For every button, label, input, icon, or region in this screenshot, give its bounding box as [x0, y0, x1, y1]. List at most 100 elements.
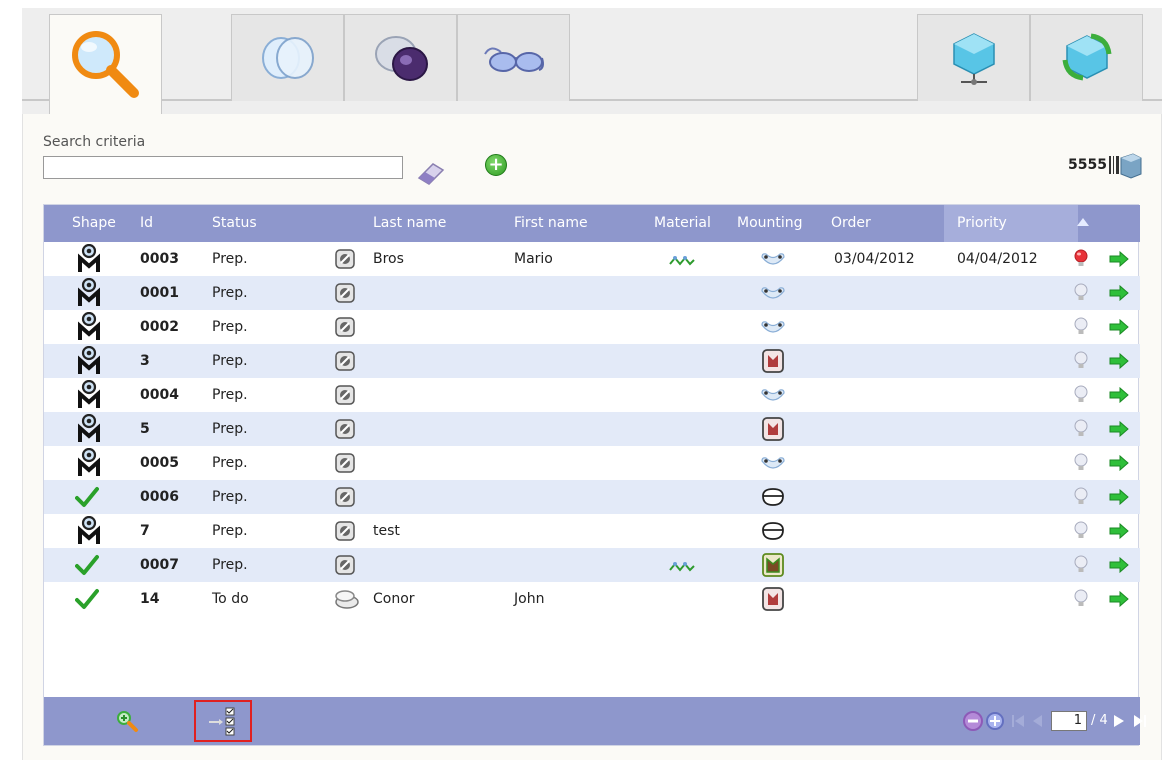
- col-last-name[interactable]: Last name: [373, 205, 446, 242]
- search-input[interactable]: [43, 156, 403, 179]
- job-drill-icon[interactable]: [334, 452, 356, 478]
- mounting-frame-icon: [762, 587, 784, 615]
- tab-lens-frame[interactable]: [344, 14, 457, 101]
- prev-page-icon[interactable]: [1030, 713, 1046, 729]
- open-arrow-icon[interactable]: [1108, 488, 1130, 509]
- table-row[interactable]: 0004 Prep.: [44, 378, 1140, 412]
- open-arrow-icon[interactable]: [1108, 556, 1130, 577]
- open-arrow-icon[interactable]: [1108, 352, 1130, 373]
- job-drill-icon[interactable]: [334, 486, 356, 512]
- col-material[interactable]: Material: [654, 205, 711, 242]
- job-drill-icon[interactable]: [334, 282, 356, 308]
- checklist-icon: [209, 707, 235, 736]
- priority-bulb-off-icon[interactable]: [1073, 487, 1089, 511]
- checkmark-icon: [75, 486, 99, 512]
- table-row[interactable]: 0003 Prep. Bros Mario 03/04/2012 04/04/2012: [44, 242, 1140, 276]
- cell-last-name: test: [373, 523, 400, 539]
- open-arrow-icon[interactable]: [1108, 522, 1130, 543]
- priority-bulb-off-icon[interactable]: [1073, 555, 1089, 579]
- content-panel: Search criteria + 5555 Shape Id Status L…: [22, 114, 1162, 760]
- zoom-in-icon[interactable]: [115, 709, 139, 733]
- open-arrow-icon[interactable]: [1108, 386, 1130, 407]
- tab-search[interactable]: [49, 14, 162, 114]
- zoom-plus-icon[interactable]: [985, 711, 1005, 731]
- material-icon: [668, 253, 696, 272]
- mounting-frame-icon: [762, 349, 784, 377]
- cell-last-name: Bros: [373, 251, 404, 267]
- mounting-frame-green-icon: [762, 553, 784, 581]
- table-row[interactable]: 0001 Prep.: [44, 276, 1140, 310]
- open-arrow-icon[interactable]: [1108, 250, 1130, 271]
- table-row[interactable]: 0005 Prep.: [44, 446, 1140, 480]
- col-mounting[interactable]: Mounting: [737, 205, 803, 242]
- last-page-icon[interactable]: [1132, 713, 1148, 729]
- cell-id: 7: [140, 523, 150, 539]
- lens-frame-icon: [374, 36, 428, 81]
- job-drill-icon[interactable]: [334, 418, 356, 444]
- mounting-drill-icon: [760, 319, 786, 341]
- job-drill-icon[interactable]: [334, 350, 356, 376]
- mounting-nylor-icon: [760, 521, 786, 545]
- col-priority[interactable]: Priority: [957, 205, 1007, 242]
- first-page-icon[interactable]: [1010, 713, 1026, 729]
- table-row[interactable]: 0006 Prep.: [44, 480, 1140, 514]
- cell-status: Prep.: [212, 251, 248, 267]
- search-criteria-label: Search criteria: [43, 134, 146, 150]
- open-arrow-icon[interactable]: [1108, 454, 1130, 475]
- tab-sync[interactable]: [1030, 14, 1143, 101]
- priority-bulb-off-icon[interactable]: [1073, 419, 1089, 443]
- priority-bulb-off-icon[interactable]: [1073, 385, 1089, 409]
- col-status[interactable]: Status: [212, 205, 257, 242]
- table-row[interactable]: 0007 Prep.: [44, 548, 1140, 582]
- priority-bulb-off-icon[interactable]: [1073, 589, 1089, 613]
- tab-lens[interactable]: [231, 14, 344, 101]
- cell-priority-date: 04/04/2012: [957, 251, 1038, 267]
- job-todo-icon[interactable]: [334, 588, 360, 614]
- job-drill-icon[interactable]: [334, 384, 356, 410]
- tab-strip: [22, 8, 1162, 114]
- table-row[interactable]: 0002 Prep.: [44, 310, 1140, 344]
- col-order[interactable]: Order: [831, 205, 871, 242]
- tab-glasses[interactable]: [457, 14, 570, 101]
- lens-icon: [261, 37, 314, 79]
- cell-status: To do: [212, 591, 249, 607]
- col-id[interactable]: Id: [140, 205, 153, 242]
- page-input[interactable]: 1: [1051, 711, 1087, 731]
- priority-bulb-on-icon[interactable]: [1073, 249, 1089, 273]
- sync-icon: [1062, 33, 1111, 81]
- cell-first-name: Mario: [514, 251, 553, 267]
- table-row[interactable]: 7 Prep. test: [44, 514, 1140, 548]
- tab-network[interactable]: [917, 14, 1030, 101]
- job-drill-icon[interactable]: [334, 316, 356, 342]
- job-drill-icon[interactable]: [334, 520, 356, 546]
- priority-bulb-off-icon[interactable]: [1073, 351, 1089, 375]
- table-row[interactable]: 3 Prep.: [44, 344, 1140, 378]
- add-criteria-button[interactable]: +: [485, 154, 507, 176]
- mounting-nylor-icon: [760, 487, 786, 511]
- priority-bulb-off-icon[interactable]: [1073, 521, 1089, 545]
- batch-select-button[interactable]: [194, 700, 252, 742]
- col-first-name[interactable]: First name: [514, 205, 588, 242]
- col-shape[interactable]: Shape: [72, 205, 116, 242]
- next-page-icon[interactable]: [1111, 713, 1127, 729]
- open-arrow-icon[interactable]: [1108, 318, 1130, 339]
- table-row[interactable]: 14 To do Conor John: [44, 582, 1140, 616]
- priority-bulb-off-icon[interactable]: [1073, 453, 1089, 477]
- table-row[interactable]: 5 Prep.: [44, 412, 1140, 446]
- app-window: Search criteria + 5555 Shape Id Status L…: [22, 8, 1162, 760]
- cell-id: 0002: [140, 319, 179, 335]
- open-arrow-icon[interactable]: [1108, 590, 1130, 611]
- priority-bulb-off-icon[interactable]: [1073, 283, 1089, 307]
- eraser-button[interactable]: [413, 156, 449, 186]
- job-drill-icon[interactable]: [334, 248, 356, 274]
- cell-status: Prep.: [212, 455, 248, 471]
- cell-id: 0007: [140, 557, 179, 573]
- priority-bulb-off-icon[interactable]: [1073, 317, 1089, 341]
- zoom-out-icon[interactable]: [962, 710, 984, 732]
- cell-order: 03/04/2012: [834, 251, 915, 267]
- barcode-button[interactable]: [1107, 150, 1143, 180]
- sort-ascending-icon[interactable]: [1076, 217, 1090, 227]
- open-arrow-icon[interactable]: [1108, 420, 1130, 441]
- job-drill-icon[interactable]: [334, 554, 356, 580]
- open-arrow-icon[interactable]: [1108, 284, 1130, 305]
